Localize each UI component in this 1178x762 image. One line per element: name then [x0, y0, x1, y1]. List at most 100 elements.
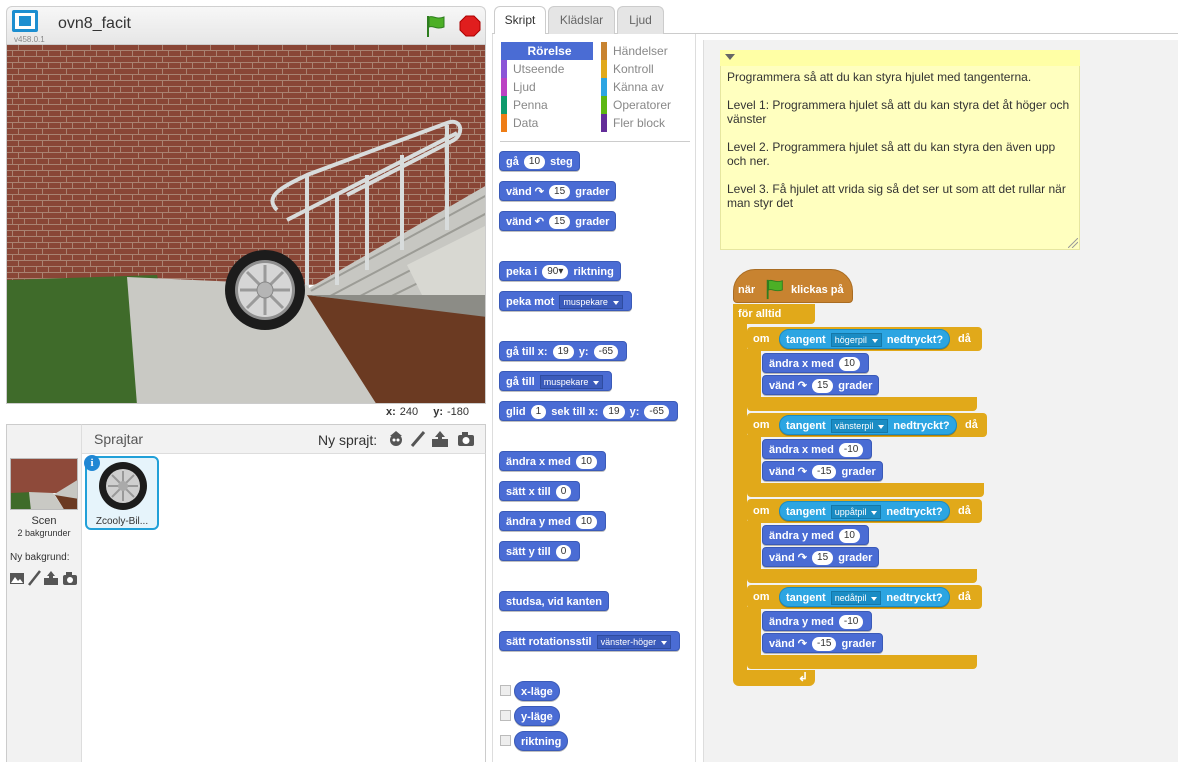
turn-label: vänd [769, 380, 795, 392]
set-y-block[interactable]: sätt y till 0 [499, 541, 581, 561]
key-dropdown: nedåtpil [830, 591, 882, 606]
category-list-right: Händelser Kontroll Känna av Operatorer F… [601, 42, 693, 132]
goto-block[interactable]: gå till muspekare [499, 371, 613, 391]
stop-icon[interactable] [459, 15, 481, 37]
turn-block[interactable]: vänd ↷ -15 grader [762, 461, 883, 481]
direction-reporter[interactable]: riktning [514, 731, 569, 751]
camera-sprite-icon[interactable] [457, 430, 475, 448]
sprite-info-icon[interactable]: i [84, 455, 100, 471]
project-title[interactable]: ovn8_facit [58, 15, 131, 33]
if-label: om [753, 419, 770, 431]
x-position-checkbox[interactable] [500, 685, 511, 696]
loop-arrow-icon: ↲ [798, 670, 809, 684]
if-block-bottom [747, 397, 977, 411]
collapse-comment-icon[interactable] [725, 54, 735, 62]
stage-backdrop [7, 45, 485, 403]
change-y-block[interactable]: ändra y med -10 [762, 611, 873, 631]
paint-backdrop-icon[interactable] [27, 570, 43, 586]
x-position-reporter[interactable]: x-läge [514, 681, 560, 701]
turn-block[interactable]: vänd ↷ 15 grader [762, 547, 880, 567]
scene-backdrop-count: 2 bakgrunder [17, 528, 71, 538]
y-position-reporter[interactable]: y-läge [514, 706, 560, 726]
degrees-label: grader [838, 552, 873, 564]
key-pressed-block[interactable]: tangent vänsterpil nedtryckt? [779, 415, 957, 435]
rotate-left-icon: ↶ [534, 216, 544, 228]
then-label: då [958, 505, 971, 517]
forever-label: för alltid [738, 308, 782, 320]
fullscreen-icon[interactable] [12, 10, 38, 32]
turn-left-block[interactable]: vänd ↶ 15 grader [499, 211, 617, 231]
choose-backdrop-icon[interactable] [9, 570, 25, 586]
turn-block[interactable]: vänd ↷ 15 grader [762, 375, 880, 395]
if-block-bottom [747, 655, 977, 669]
sprite-thumbnail [99, 462, 147, 510]
x-value: 240 [399, 406, 419, 418]
change-amount: -10 [838, 443, 864, 458]
point-towards-block[interactable]: peka mot muspekare [499, 291, 632, 311]
green-flag-icon[interactable] [424, 14, 448, 38]
then-label: då [958, 591, 971, 603]
key-pressed-block[interactable]: tangent nedåtpil nedtryckt? [779, 587, 950, 607]
then-label: då [965, 419, 978, 431]
change-x-block[interactable]: ändra x med -10 [762, 439, 873, 459]
change-x-block[interactable]: ändra x med 10 [499, 451, 606, 471]
scene-label: Scen [31, 515, 57, 527]
category-operators[interactable]: Operatorer [601, 96, 693, 114]
change-y-block[interactable]: ändra y med 10 [499, 511, 606, 531]
stage-canvas[interactable] [6, 44, 486, 404]
category-pen[interactable]: Penna [501, 96, 593, 114]
category-sensing[interactable]: Känna av [601, 78, 693, 96]
palette-divider [500, 141, 690, 142]
category-control[interactable]: Kontroll [601, 60, 693, 78]
mouse-coordinates: x: 240 y: -180 [386, 406, 469, 418]
change-x-block[interactable]: ändra x med 10 [762, 353, 869, 373]
upload-backdrop-icon[interactable] [43, 570, 59, 586]
direction-checkbox[interactable] [500, 735, 511, 746]
glide-block[interactable]: glid 1 sek till x: 19 y: -65 [499, 401, 678, 421]
degrees-label: grader [841, 466, 876, 478]
hat-label-clicked: klickas på [791, 284, 844, 296]
change-amount: 10 [838, 529, 860, 544]
category-list-left: Rörelse Utseende Ljud Penna Data [501, 42, 593, 132]
if-block-side [747, 435, 761, 485]
degrees-label: grader [838, 380, 873, 392]
category-looks[interactable]: Utseende [501, 60, 593, 78]
resize-handle-icon[interactable] [1068, 238, 1078, 248]
version-label: v458.0.1 [14, 35, 45, 44]
tab-scripts[interactable]: Skript [494, 6, 546, 36]
choose-sprite-icon[interactable] [387, 430, 405, 448]
paint-sprite-icon[interactable] [409, 430, 427, 448]
move-steps-block[interactable]: gå 10 steg [499, 151, 580, 171]
turn-right-block[interactable]: vänd ↷ 15 grader [499, 181, 617, 201]
if-label: om [753, 333, 770, 345]
category-events[interactable]: Händelser [601, 42, 693, 60]
key-pressed-block[interactable]: tangent uppåtpil nedtryckt? [779, 501, 950, 521]
rotate-right-icon: ↷ [797, 638, 807, 650]
rotation-style-block[interactable]: sätt rotationsstil vänster-höger [499, 631, 681, 651]
bounce-block[interactable]: studsa, vid kanten [499, 591, 609, 611]
key-dropdown: vänsterpil [830, 419, 889, 434]
turn-label: vänd [769, 638, 795, 650]
point-direction-block[interactable]: peka i 90▾ riktning [499, 261, 621, 281]
pressed-label: nedtryckt? [886, 334, 944, 346]
turn-amount: -15 [812, 465, 837, 480]
category-data[interactable]: Data [501, 114, 593, 132]
category-more-blocks[interactable]: Fler block [601, 114, 693, 132]
category-sound[interactable]: Ljud [501, 78, 593, 96]
turn-block[interactable]: vänd ↷ -15 grader [762, 633, 883, 653]
change-y-block[interactable]: ändra y med 10 [762, 525, 869, 545]
comment-header[interactable] [720, 50, 1080, 66]
category-motion[interactable]: Rörelse [501, 42, 593, 60]
scene-thumbnail[interactable] [10, 458, 78, 510]
tab-costumes[interactable]: Klädslar [548, 6, 615, 35]
y-position-checkbox[interactable] [500, 710, 511, 721]
key-pressed-block[interactable]: tangent högerpil nedtryckt? [779, 329, 951, 349]
turn-label: vänd [769, 466, 795, 478]
set-x-block[interactable]: sätt x till 0 [499, 481, 581, 501]
tab-sounds[interactable]: Ljud [617, 6, 664, 35]
goto-xy-block[interactable]: gå till x: 19 y: -65 [499, 341, 628, 361]
camera-backdrop-icon[interactable] [62, 570, 78, 586]
pressed-label: nedtryckt? [893, 420, 950, 432]
if-block-bottom [747, 483, 984, 497]
upload-sprite-icon[interactable] [431, 430, 449, 448]
